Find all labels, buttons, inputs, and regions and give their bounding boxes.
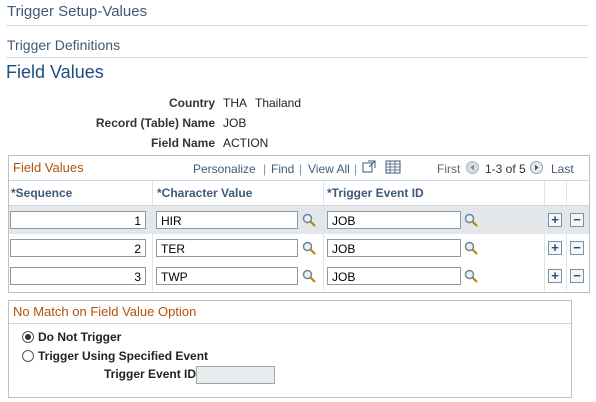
sequence-input[interactable]: 3 — [10, 267, 146, 285]
no-match-title: No Match on Field Value Option — [13, 304, 197, 319]
sequence-column-header[interactable]: *Sequence — [11, 186, 72, 200]
nav-separator: | — [354, 162, 358, 176]
next-icon[interactable] — [530, 161, 543, 177]
sequence-input[interactable]: 1 — [10, 211, 146, 229]
character-value-input[interactable]: HIR — [156, 211, 298, 229]
page-title: Field Values — [6, 62, 104, 82]
first-link: First — [437, 162, 461, 176]
no-match-group-box: No Match on Field Value Option Do Not Tr… — [8, 300, 572, 398]
zoom-icon[interactable] — [362, 160, 376, 177]
add-row-button[interactable]: + — [548, 213, 562, 227]
delete-row-button[interactable]: − — [570, 213, 584, 227]
lookup-icon[interactable] — [302, 241, 316, 255]
character-value-input[interactable]: TWP — [156, 267, 298, 285]
record-label: Record (Table) Name — [95, 116, 215, 130]
lookup-icon[interactable] — [302, 269, 316, 283]
country-name: Thailand — [255, 96, 302, 110]
field-values-grid: Field Values Personalize | Find | View A… — [8, 155, 590, 293]
previous-icon — [466, 161, 479, 177]
trigger-event-id-label: Trigger Event ID — [104, 367, 197, 381]
grid-title: Field Values — [13, 160, 84, 175]
country-code: THA — [223, 96, 247, 110]
do-not-trigger-label[interactable]: Do Not Trigger — [38, 330, 121, 344]
divider — [6, 57, 588, 58]
find-link[interactable]: Find — [271, 162, 294, 176]
trigger-event-id-input[interactable]: JOB — [327, 267, 461, 285]
lookup-icon[interactable] — [464, 269, 478, 283]
table-row: 1 HIR JOB + − — [9, 206, 589, 234]
breadcrumb-setup-values: Trigger Setup-Values — [7, 3, 148, 20]
row-range: 1-3 of 5 — [485, 162, 526, 176]
table-row: 3 TWP JOB + − — [9, 262, 589, 290]
trigger-event-id-field[interactable] — [196, 366, 275, 384]
table-row: 2 TER JOB + − — [9, 234, 589, 262]
field-name-value: ACTION — [223, 136, 269, 150]
nav-separator: | — [299, 162, 303, 176]
trigger-event-id-column-header[interactable]: *Trigger Event ID — [327, 186, 424, 200]
trigger-specified-event-radio[interactable] — [22, 350, 34, 362]
do-not-trigger-radio[interactable] — [22, 331, 34, 343]
character-value-column-header[interactable]: *Character Value — [157, 186, 252, 200]
character-value-input[interactable]: TER — [156, 239, 298, 257]
field-name-label: Field Name — [150, 136, 215, 150]
download-spreadsheet-icon[interactable] — [385, 160, 401, 177]
breadcrumb-trigger-definitions: Trigger Definitions — [7, 37, 121, 53]
lookup-icon[interactable] — [464, 241, 478, 255]
view-all-link[interactable]: View All — [308, 162, 350, 176]
grid-column-headers: *Sequence *Character Value *Trigger Even… — [9, 181, 589, 206]
nav-separator: | — [263, 162, 267, 176]
add-row-button[interactable]: + — [548, 269, 562, 283]
trigger-event-id-input[interactable]: JOB — [327, 211, 461, 229]
delete-row-button[interactable]: − — [570, 269, 584, 283]
last-link[interactable]: Last — [551, 162, 574, 176]
personalize-link[interactable]: Personalize — [193, 162, 256, 176]
sequence-input[interactable]: 2 — [10, 239, 146, 257]
trigger-event-id-input[interactable]: JOB — [327, 239, 461, 257]
record-value: JOB — [223, 116, 247, 130]
divider — [6, 25, 588, 26]
delete-row-button[interactable]: − — [570, 241, 584, 255]
lookup-icon[interactable] — [302, 213, 316, 227]
group-box-header: No Match on Field Value Option — [9, 301, 571, 324]
grid-title-bar: Field Values Personalize | Find | View A… — [9, 156, 589, 181]
trigger-specified-event-label[interactable]: Trigger Using Specified Event — [38, 349, 208, 363]
country-label: Country — [169, 96, 215, 110]
add-row-button[interactable]: + — [548, 241, 562, 255]
lookup-icon[interactable] — [464, 213, 478, 227]
